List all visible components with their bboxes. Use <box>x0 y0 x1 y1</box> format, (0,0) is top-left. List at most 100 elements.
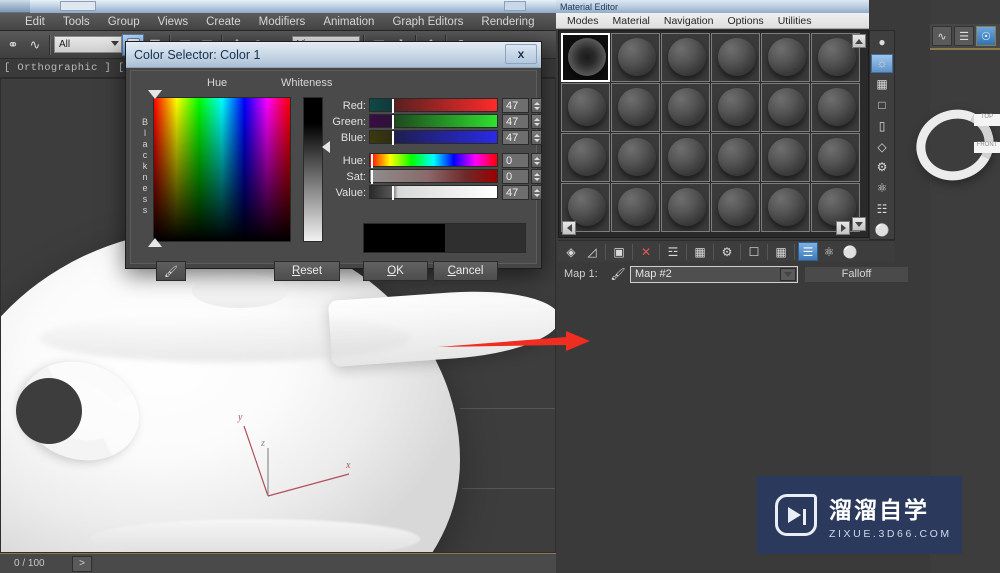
red-slider[interactable] <box>369 98 498 113</box>
show-end-result-icon[interactable]: ⚪ <box>871 220 893 239</box>
material-sample-slot[interactable] <box>811 133 860 182</box>
menu-item-views[interactable]: Views <box>149 15 197 29</box>
hue-slider-handle[interactable] <box>371 154 373 168</box>
map-name-field[interactable]: Map #2 <box>630 265 798 283</box>
slots-scroll-up-button[interactable] <box>852 34 866 48</box>
menu-item-graph-editors[interactable]: Graph Editors <box>383 15 472 29</box>
unlink-selection-icon[interactable]: ∿ <box>24 33 46 57</box>
green-spinner[interactable] <box>531 114 542 129</box>
material-sample-slot[interactable] <box>711 133 760 182</box>
blue-slider[interactable] <box>369 130 498 145</box>
red-slider-handle[interactable] <box>392 99 394 113</box>
make-material-copy-icon[interactable]: ☲ <box>663 242 683 261</box>
blue-spinner[interactable] <box>531 130 542 145</box>
color-preview-swatch[interactable] <box>363 223 526 253</box>
backlight-icon[interactable]: ☼ <box>871 53 893 73</box>
saturation-spinner[interactable] <box>531 169 542 184</box>
select-by-material-icon[interactable]: ⚛ <box>871 179 893 198</box>
me-menu-utilities[interactable]: Utilities <box>771 15 819 27</box>
chevron-down-icon-map[interactable] <box>780 267 796 281</box>
color-selector-dialog[interactable]: Color Selector: Color 1 x Hue Whiteness … <box>125 41 542 281</box>
material-sample-slot[interactable] <box>711 183 760 232</box>
material-sample-slot[interactable] <box>561 133 610 182</box>
saturation-slider[interactable] <box>369 169 498 184</box>
material-sample-slot[interactable] <box>561 33 610 82</box>
material-sample-slot[interactable] <box>611 33 660 82</box>
eyedropper-icon[interactable]: 🖌 <box>156 261 186 281</box>
material-sample-slot[interactable] <box>711 33 760 82</box>
value-value-field[interactable]: 47 <box>502 185 529 200</box>
value-slider-handle[interactable] <box>392 186 394 200</box>
eyedropper-icon-map[interactable]: 🖌 <box>606 265 630 283</box>
material-sample-slot[interactable] <box>761 33 810 82</box>
material-sample-slot[interactable] <box>611 133 660 182</box>
hue-spinner[interactable] <box>531 153 542 168</box>
material-sample-slot[interactable] <box>661 83 710 132</box>
display-tab-icon[interactable]: ☰ <box>954 26 974 46</box>
slots-scroll-left-button[interactable] <box>562 221 576 235</box>
cancel-button[interactable]: Cancel <box>433 261 498 281</box>
green-value-field[interactable]: 47 <box>502 114 529 129</box>
reset-map-icon[interactable]: ✕ <box>636 242 656 261</box>
menu-item-create[interactable]: Create <box>197 15 250 29</box>
go-to-parent-icon[interactable]: ⚛ <box>819 242 839 261</box>
slots-scroll-down-button[interactable] <box>852 217 866 231</box>
slots-scroll-right-button[interactable] <box>836 221 850 235</box>
blackness-top-marker[interactable] <box>148 90 162 99</box>
saturation-slider-handle[interactable] <box>371 170 373 184</box>
show-end-result-toggle-icon[interactable]: ☰ <box>798 242 818 261</box>
get-material-icon[interactable]: ◈ <box>561 242 581 261</box>
put-to-library-icon[interactable]: ⚙ <box>717 242 737 261</box>
titlebar-minimize-button[interactable] <box>504 1 526 11</box>
material-sample-slot[interactable] <box>561 83 610 132</box>
menu-item-rendering[interactable]: Rendering <box>472 15 543 29</box>
selection-filter-combo[interactable]: All <box>54 36 122 53</box>
sample-uv-tiling-icon[interactable]: □ <box>871 96 893 115</box>
value-slider[interactable] <box>369 185 498 200</box>
hue-value-field[interactable]: 0 <box>502 153 529 168</box>
material-sample-slot[interactable] <box>761 83 810 132</box>
sample-type-icon[interactable]: ● <box>871 33 893 52</box>
material-sample-slot[interactable] <box>761 133 810 182</box>
hue-slider[interactable] <box>369 153 498 168</box>
blue-value-field[interactable]: 47 <box>502 130 529 145</box>
me-menu-material[interactable]: Material <box>606 15 657 27</box>
material-sample-slot[interactable] <box>711 83 760 132</box>
material-sample-slot[interactable] <box>761 183 810 232</box>
motion-tab-icon[interactable]: ∿ <box>932 26 952 46</box>
me-menu-navigation[interactable]: Navigation <box>657 15 721 27</box>
material-sample-slot[interactable] <box>661 33 710 82</box>
blackness-bottom-marker[interactable] <box>148 238 162 247</box>
menu-item-group[interactable]: Group <box>99 15 149 29</box>
blue-slider-handle[interactable] <box>392 131 394 145</box>
utilities-tab-icon[interactable]: ☉ <box>976 26 996 46</box>
red-spinner[interactable] <box>531 98 542 113</box>
green-slider[interactable] <box>369 114 498 129</box>
red-value-field[interactable]: 47 <box>502 98 529 113</box>
options-icon[interactable]: ⚙ <box>871 158 893 177</box>
material-sample-slot[interactable] <box>661 183 710 232</box>
material-sample-slot[interactable] <box>611 83 660 132</box>
material-sample-slot[interactable] <box>811 83 860 132</box>
material-sample-slot[interactable] <box>611 183 660 232</box>
next-frame-button[interactable]: > <box>72 555 92 572</box>
video-color-check-icon[interactable]: ▯ <box>871 116 893 135</box>
make-unique-icon[interactable]: ▦ <box>690 242 710 261</box>
value-spinner[interactable] <box>531 185 542 200</box>
me-menu-options[interactable]: Options <box>721 15 771 27</box>
menu-item-modifiers[interactable]: Modifiers <box>250 15 315 29</box>
menu-item-edit[interactable]: Edit <box>16 15 54 29</box>
menu-item-tools[interactable]: Tools <box>54 15 99 29</box>
material-sample-slot[interactable] <box>661 133 710 182</box>
put-material-to-scene-icon[interactable]: ◿ <box>582 242 602 261</box>
assign-material-to-selection-icon[interactable]: ▣ <box>609 242 629 261</box>
ok-button[interactable]: OK <box>363 261 428 281</box>
select-link-icon[interactable]: ⚭ <box>2 33 24 57</box>
saturation-value-field[interactable]: 0 <box>502 169 529 184</box>
background-checker-icon[interactable]: ▦ <box>871 75 893 94</box>
show-shaded-map-icon[interactable]: ▦ <box>771 242 791 261</box>
me-menu-modes[interactable]: Modes <box>560 15 606 27</box>
make-preview-icon[interactable]: ◇ <box>871 137 893 156</box>
go-forward-to-sibling-icon[interactable]: ⚪ <box>840 242 860 261</box>
material-id-icon[interactable]: ☐ <box>744 242 764 261</box>
